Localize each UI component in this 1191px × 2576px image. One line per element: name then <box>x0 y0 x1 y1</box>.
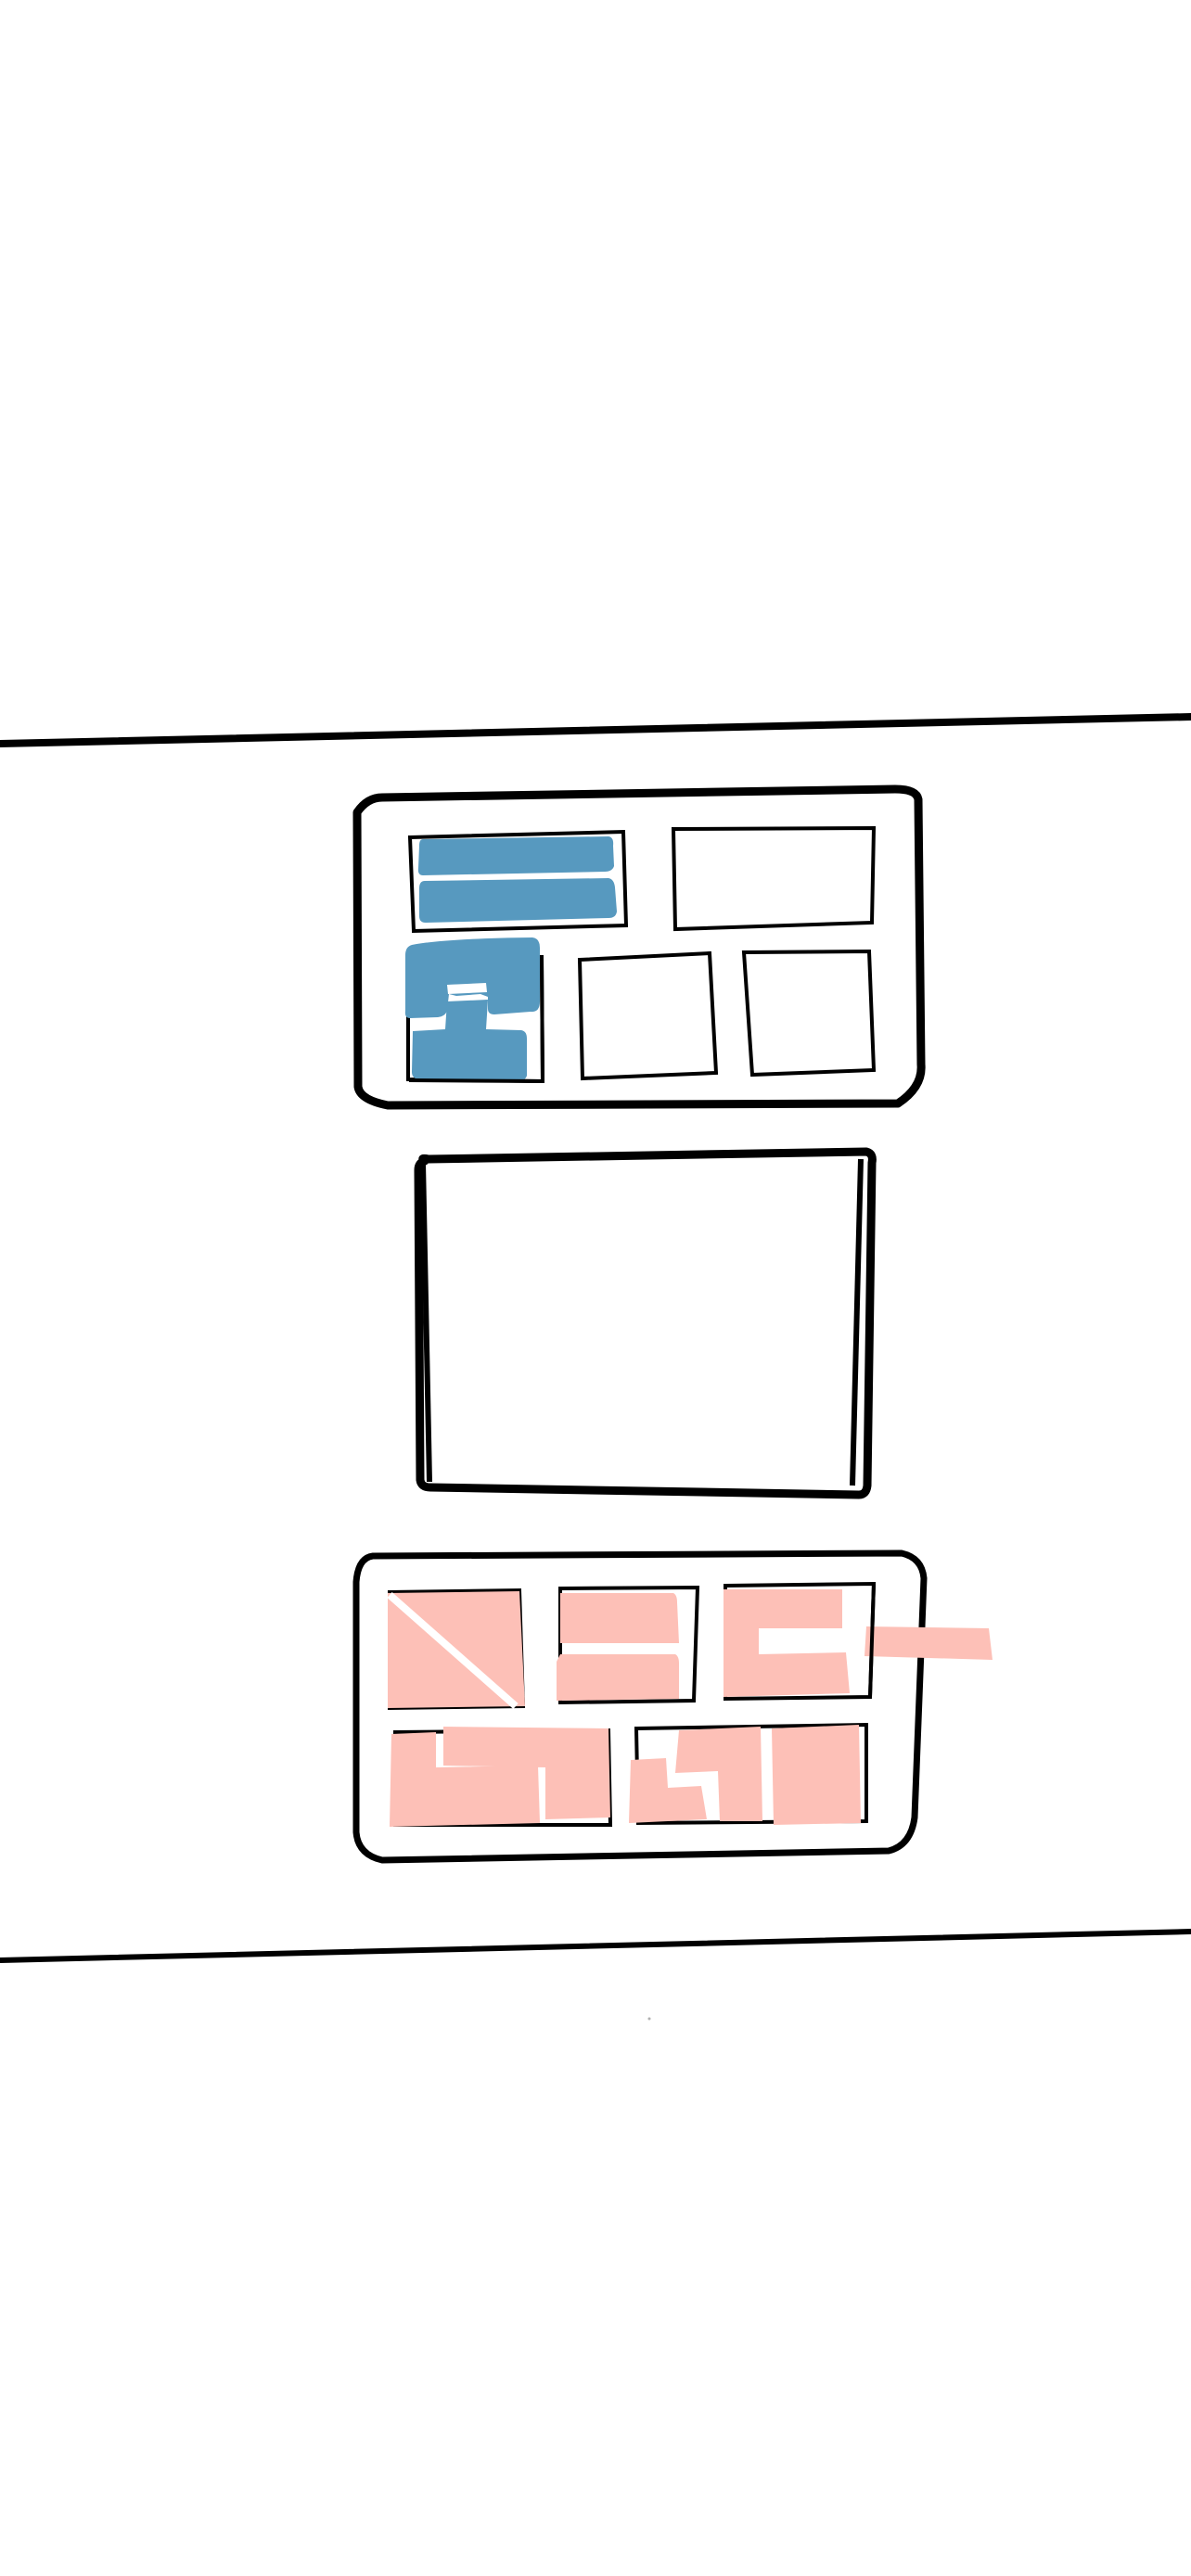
stray-dot <box>647 2017 651 2021</box>
divider-line-bottom <box>0 1929 1191 1963</box>
frame-pink-fill-3 <box>724 1589 850 1697</box>
frame-blue-cell-4 <box>577 950 719 1081</box>
frame-blank-outline <box>414 1147 877 1499</box>
frame-blue-bar-1 <box>417 836 614 875</box>
sketch-canvas <box>0 0 1191 2576</box>
frame-blank-inner-right <box>850 1158 864 1486</box>
frame-blue-cell-2 <box>671 825 877 932</box>
frame-pink-fill-5 <box>629 1725 861 1825</box>
frame-pink-cell-3-edge <box>868 1583 876 1698</box>
frame-pink <box>352 1549 992 1864</box>
frame-pink-fill-2a <box>560 1593 679 1643</box>
frame-blue-cell-5 <box>741 949 877 1078</box>
frame-blue <box>352 784 926 1110</box>
frame-blue-bar-2 <box>419 878 617 923</box>
frame-blank <box>414 1147 877 1499</box>
frame-pink-fill-4 <box>390 1727 610 1827</box>
frame-pink-tab <box>864 1626 992 1660</box>
frame-pink-fill-2b <box>557 1654 679 1701</box>
sketch-svg <box>0 713 1191 2021</box>
divider-line-top <box>0 713 1191 747</box>
frame-blue-block-gap <box>447 983 487 994</box>
